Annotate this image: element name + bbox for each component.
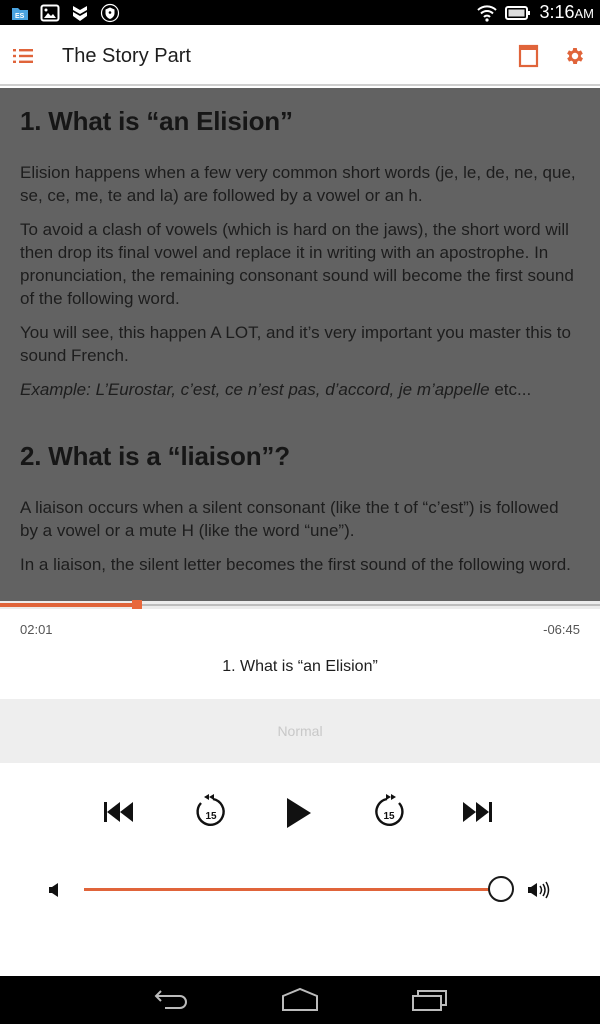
example-tail: etc...: [489, 380, 532, 399]
forward-15-icon[interactable]: 15: [372, 794, 406, 830]
paragraph: A liaison occurs when a silent consonant…: [20, 498, 559, 540]
vpn-shield-icon: [100, 3, 120, 23]
status-bar: ES 3:16AM: [0, 0, 600, 25]
wifi-icon: [477, 4, 498, 22]
paragraph: In a liaison, the silent letter becomes …: [20, 555, 571, 574]
story-content[interactable]: 1. What is “an Elision” Elision happens …: [0, 88, 600, 601]
gear-icon[interactable]: [564, 45, 586, 67]
volume-high-icon: [528, 881, 550, 899]
section-heading: 2. What is a “liaison”?: [20, 441, 290, 471]
example-text: Example: L’Eurostar, c’est, ce n’est pas…: [20, 380, 490, 399]
remaining-time: -06:45: [543, 622, 580, 637]
paragraph: To avoid a clash of vowels (which is har…: [20, 220, 574, 308]
playback-speed-button[interactable]: Normal: [0, 699, 600, 763]
forward-seconds-label: 15: [383, 811, 395, 822]
system-nav-bar: [0, 976, 600, 1024]
app-shield-icon: [73, 6, 87, 21]
book-icon[interactable]: [518, 44, 540, 68]
elapsed-time: 02:01: [20, 622, 53, 637]
gallery-icon: [40, 4, 60, 22]
track-title: 1. What is “an Elision”: [222, 658, 378, 675]
playback-info: 02:01 -06:45 1. What is “an Elision”: [0, 609, 600, 699]
volume-control: [0, 870, 600, 910]
list-icon[interactable]: [12, 47, 34, 65]
battery-icon: [505, 5, 531, 20]
rewind-seconds-label: 15: [205, 811, 217, 822]
es-file-explorer-icon: ES: [12, 8, 28, 20]
example-paragraph: Example: L’Eurostar, c’est, ce n’est pas…: [20, 378, 580, 401]
page-title: The Story Part: [62, 45, 191, 67]
clock: 3:16AM: [539, 2, 594, 23]
home-icon[interactable]: [281, 986, 319, 1014]
volume-low-icon: [49, 883, 58, 897]
skip-next-icon[interactable]: [461, 801, 497, 823]
volume-slider-track[interactable]: [84, 888, 502, 891]
progress-fill: [0, 603, 137, 607]
play-icon[interactable]: [286, 797, 312, 829]
paragraph: Elision happens when a few very common s…: [20, 163, 576, 205]
playback-progress-bar[interactable]: [0, 600, 600, 610]
skip-previous-icon[interactable]: [103, 801, 139, 823]
clock-time: 3:16: [539, 2, 575, 22]
app-bar: The Story Part: [0, 25, 600, 86]
volume-slider-thumb[interactable]: [488, 876, 514, 902]
svg-text:ES: ES: [15, 13, 25, 20]
recent-apps-icon[interactable]: [410, 986, 448, 1014]
replay-15-icon[interactable]: 15: [194, 794, 228, 830]
clock-ampm: AM: [574, 6, 595, 21]
back-icon[interactable]: [152, 986, 192, 1014]
section-heading: 1. What is “an Elision”: [20, 106, 293, 136]
paragraph: You will see, this happen A LOT, and it’…: [20, 323, 571, 365]
